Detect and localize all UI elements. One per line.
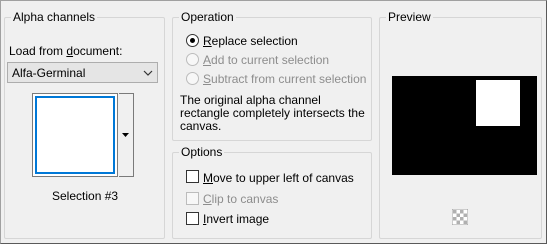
checkbox-invert-label: Invert image (203, 212, 270, 226)
checkbox-invert-box[interactable] (186, 212, 199, 225)
preview-canvas (392, 76, 537, 175)
radio-selected-dot (190, 38, 195, 43)
radio-subtract-label: Subtract from current selection (203, 72, 367, 86)
operation-description-line-2: rectangle completely intersects the (180, 106, 365, 120)
radio-replace-label: Replace selection (203, 34, 298, 48)
operation-title: Operation (179, 10, 236, 24)
preview-selection-rectangle (476, 80, 520, 126)
document-combobox-value: Alfa-Germinal (12, 66, 86, 80)
checkbox-clip-box[interactable] (186, 192, 199, 205)
checkbox-move-box[interactable] (186, 170, 199, 183)
checkbox-move-label: Move to upper left of canvas (203, 171, 354, 185)
operation-description-line-1: The original alpha channel (180, 93, 321, 107)
preview-toggle-button[interactable] (451, 208, 469, 226)
preview-title: Preview (386, 10, 433, 24)
selection-swatch-preview (35, 96, 115, 174)
chevron-down-icon (143, 70, 153, 76)
document-combobox[interactable]: Alfa-Germinal (7, 62, 158, 83)
alpha-channels-title: Alpha channels (11, 10, 98, 24)
checkbox-clip-label: Clip to canvas (203, 192, 279, 206)
checkerboard-icon (451, 208, 469, 226)
selection-name-label: Selection #3 (52, 189, 119, 203)
radio-add-button[interactable] (186, 53, 199, 66)
options-title: Options (179, 145, 225, 159)
selection-swatch[interactable] (32, 93, 118, 177)
radio-add-label: Add to current selection (203, 53, 330, 67)
radio-subtract-button[interactable] (186, 72, 199, 85)
triangle-down-icon (122, 133, 129, 137)
selection-dropdown-button[interactable] (119, 93, 134, 177)
radio-replace-button[interactable] (186, 34, 199, 47)
load-from-document-label: Load from document: (9, 44, 123, 58)
operation-description-line-3: canvas. (180, 119, 222, 133)
